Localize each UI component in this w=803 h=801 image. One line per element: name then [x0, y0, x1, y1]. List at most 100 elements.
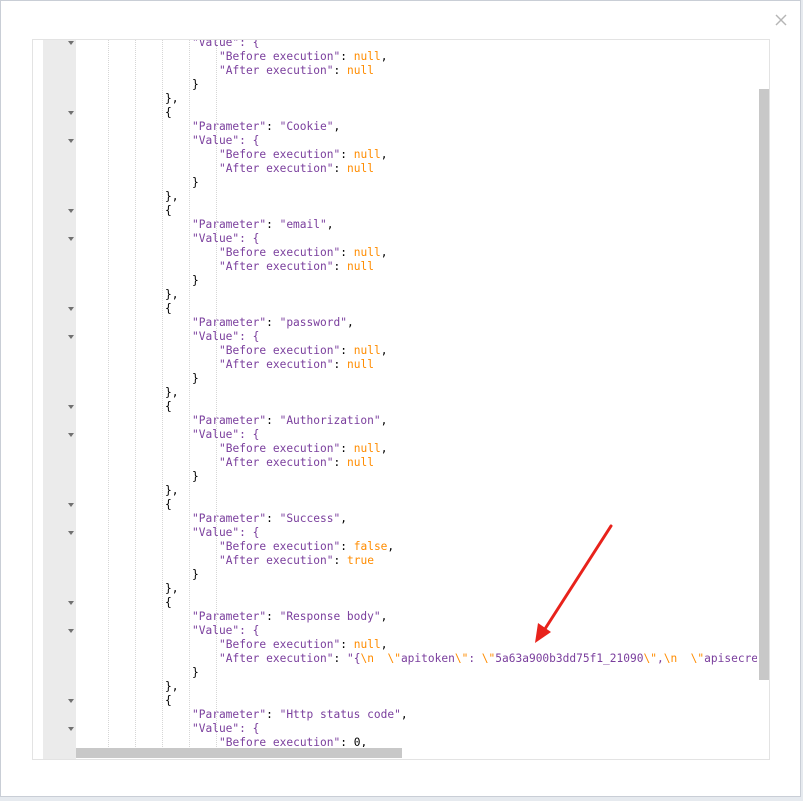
- code-token: },: [165, 680, 179, 693]
- fold-toggle-icon[interactable]: [68, 405, 74, 409]
- code-token: :: [340, 442, 354, 455]
- vertical-scrollbar[interactable]: [759, 89, 769, 680]
- code-token: :: [340, 246, 354, 259]
- code-line: "Before execution": null,: [108, 442, 757, 456]
- code-line: "Before execution": null,: [108, 246, 757, 260]
- code-token: "After execution": [219, 358, 334, 371]
- code-token: "Before execution": [219, 50, 341, 63]
- code-token: "password": [279, 316, 347, 329]
- code-line: },: [108, 190, 757, 204]
- fold-toggle-icon[interactable]: [68, 209, 74, 213]
- code-line: "Value": {: [108, 428, 757, 442]
- fold-toggle-icon[interactable]: [68, 699, 74, 703]
- fold-toggle-icon[interactable]: [68, 433, 74, 437]
- code-line: {: [108, 302, 757, 316]
- code-token: {: [165, 204, 172, 217]
- code-token: apitoken: [400, 652, 455, 665]
- code-token: null: [353, 344, 381, 357]
- fold-toggle-icon[interactable]: [68, 531, 74, 535]
- code-line: "After execution": null: [108, 456, 757, 470]
- code-line: }: [108, 274, 757, 288]
- code-token: :: [333, 652, 347, 665]
- code-token: :: [266, 708, 280, 721]
- code-line: "Before execution": 0,: [108, 736, 757, 747]
- code-line: "Parameter": "password",: [108, 316, 757, 330]
- code-token: "Value": {: [192, 39, 260, 49]
- code-line: "Value": {: [108, 232, 757, 246]
- code-token: :: [266, 512, 280, 525]
- code-token: \": [643, 652, 657, 665]
- code-token: null: [353, 50, 381, 63]
- code-token: {: [165, 106, 172, 119]
- code-line: }: [108, 470, 757, 484]
- code-token: 5a63a900b3dd75f1_21090: [495, 652, 644, 665]
- code-token: null: [353, 442, 381, 455]
- code-line: "After execution": "{\n \"apitoken\": \"…: [108, 652, 757, 666]
- code-token: }: [192, 372, 199, 385]
- code-token: \n: [663, 652, 678, 665]
- code-token: "Http status code": [279, 708, 401, 721]
- code-token: :: [333, 358, 347, 371]
- code-token: ,: [400, 708, 408, 721]
- horizontal-scrollbar[interactable]: [76, 748, 402, 758]
- response-dialog: "Value": {"Before execution": null, "Afte…: [0, 0, 801, 797]
- fold-toggle-icon[interactable]: [68, 139, 74, 143]
- code-token: null: [353, 148, 381, 161]
- code-token: :: [340, 540, 354, 553]
- code-line: "Parameter": "Success",: [108, 512, 757, 526]
- code-token: },: [165, 386, 179, 399]
- code-token: ,: [656, 652, 664, 665]
- code-token: }: [192, 666, 199, 679]
- code-line: {: [108, 106, 757, 120]
- code-token: {: [165, 400, 172, 413]
- code-token: "Value": {: [192, 428, 260, 441]
- code-line: "Value": {: [108, 722, 757, 736]
- fold-toggle-icon[interactable]: [68, 237, 74, 241]
- code-content[interactable]: "Value": {"Before execution": null, "Afte…: [108, 39, 757, 747]
- code-line: "Parameter": "Http status code",: [108, 708, 757, 722]
- code-token: "Parameter": [192, 610, 267, 623]
- code-line: },: [108, 582, 757, 596]
- code-token: },: [165, 92, 179, 105]
- code-token: apisecret: [704, 652, 757, 665]
- code-token: :: [340, 50, 354, 63]
- code-line: "Before execution": null,: [108, 148, 757, 162]
- code-token: }: [192, 470, 199, 483]
- code-token: {: [165, 302, 172, 315]
- code-line: "Value": {: [108, 39, 757, 50]
- code-token: {: [165, 498, 172, 511]
- code-token: ,: [387, 540, 395, 553]
- code-line: "Parameter": "email",: [108, 218, 757, 232]
- code-token: "Parameter": [192, 708, 267, 721]
- code-line: },: [108, 680, 757, 694]
- fold-toggle-icon[interactable]: [68, 503, 74, 507]
- code-token: :: [468, 652, 482, 665]
- code-token: ,: [340, 512, 347, 525]
- code-line: },: [108, 92, 757, 106]
- code-token: },: [165, 582, 179, 595]
- code-line: {: [108, 400, 757, 414]
- code-line: {: [108, 204, 757, 218]
- code-token: "Before execution": [219, 246, 341, 259]
- fold-toggle-icon[interactable]: [68, 307, 74, 311]
- fold-toggle-icon[interactable]: [68, 727, 74, 731]
- code-line: }: [108, 372, 757, 386]
- fold-toggle-icon[interactable]: [68, 335, 74, 339]
- close-icon[interactable]: [773, 12, 789, 28]
- code-token: },: [165, 484, 179, 497]
- code-token: null: [353, 638, 381, 651]
- code-token: :: [340, 638, 354, 651]
- fold-toggle-icon[interactable]: [68, 601, 74, 605]
- fold-toggle-icon[interactable]: [68, 111, 74, 115]
- fold-toggle-icon[interactable]: [68, 629, 74, 633]
- json-code-editor[interactable]: "Value": {"Before execution": null, "Afte…: [32, 39, 770, 760]
- code-line: "After execution": null: [108, 358, 757, 372]
- fold-toggle-icon[interactable]: [68, 41, 74, 45]
- code-token: ,: [380, 610, 388, 623]
- code-token: }: [192, 568, 199, 581]
- code-token: "Before execution": [219, 344, 341, 357]
- code-token: :: [333, 162, 347, 175]
- code-token: "After execution": [219, 652, 334, 665]
